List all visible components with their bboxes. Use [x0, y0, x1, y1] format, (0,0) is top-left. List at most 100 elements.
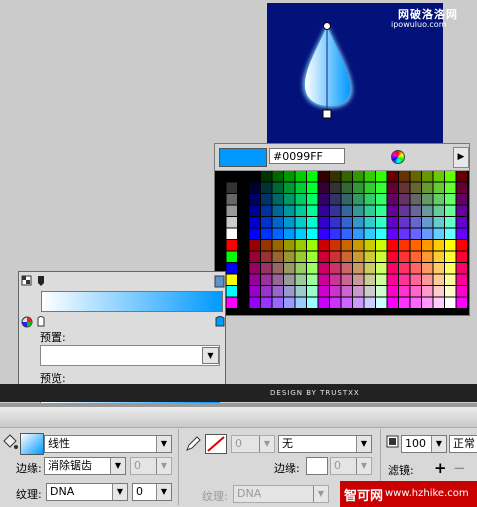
paint-bucket-icon[interactable] [0, 433, 20, 453]
swatch-cell[interactable] [307, 182, 318, 194]
swatch-cell[interactable] [445, 205, 456, 217]
swatch-cell[interactable] [238, 240, 249, 251]
swatch-cell[interactable] [284, 240, 295, 251]
swatch-cell[interactable] [295, 217, 307, 228]
swatch-cell[interactable] [399, 171, 410, 182]
swatch-cell[interactable] [445, 240, 456, 251]
swatch-cell[interactable] [422, 240, 433, 251]
swatch-cell[interactable] [376, 205, 387, 217]
swatch-cell[interactable] [376, 263, 387, 274]
swatch-cell[interactable] [445, 251, 456, 263]
swatch-cell[interactable] [353, 205, 364, 217]
swatch-cell[interactable] [261, 240, 272, 251]
swatch-cell[interactable] [272, 194, 284, 205]
swatch-cell[interactable] [295, 182, 307, 194]
swatch-cell[interactable] [376, 217, 387, 228]
swatch-cell[interactable] [445, 217, 456, 228]
swatch-cell[interactable] [238, 217, 249, 228]
swatch-cell[interactable] [456, 194, 468, 205]
swatch-cell[interactable] [284, 251, 295, 263]
swatch-cell[interactable] [284, 217, 295, 228]
swatch-cell[interactable] [376, 182, 387, 194]
swatch-cell[interactable] [376, 274, 387, 286]
swatch-cell[interactable] [422, 217, 433, 228]
swatch-cell[interactable] [410, 240, 422, 251]
swatch-cell[interactable] [284, 297, 295, 309]
swatch-cell[interactable] [456, 205, 468, 217]
swatch-cell[interactable] [376, 228, 387, 240]
swatch-cell[interactable] [341, 217, 353, 228]
swatch-cell[interactable] [330, 171, 341, 182]
swatch-cell[interactable] [284, 274, 295, 286]
swatch-cell[interactable] [318, 217, 330, 228]
chevron-down-icon[interactable]: ▼ [156, 436, 171, 452]
swatch-cell[interactable] [215, 194, 226, 205]
swatch-cell[interactable] [272, 205, 284, 217]
swatch-cell[interactable] [215, 205, 226, 217]
texture-select[interactable]: DNA ▼ [46, 483, 128, 501]
swatch-cell[interactable] [284, 182, 295, 194]
swatch-cell[interactable] [341, 274, 353, 286]
swatch-cell[interactable] [445, 228, 456, 240]
chevron-down-icon[interactable]: ▼ [112, 484, 127, 500]
swatch-cell[interactable] [445, 171, 456, 182]
swatch-cell[interactable] [307, 286, 318, 297]
swatch-cell[interactable] [445, 286, 456, 297]
swatch-cell[interactable] [318, 251, 330, 263]
swatch-cell[interactable] [226, 194, 238, 205]
swatch-cell[interactable] [399, 297, 410, 309]
swatch-cell[interactable] [399, 228, 410, 240]
swatch-cell[interactable] [353, 240, 364, 251]
swatch-cell[interactable] [307, 274, 318, 286]
swatch-cell[interactable] [226, 297, 238, 309]
swatch-cell[interactable] [261, 286, 272, 297]
swatch-cell[interactable] [399, 274, 410, 286]
chevron-down-icon[interactable]: ▼ [356, 436, 371, 452]
swatch-cell[interactable] [272, 171, 284, 182]
swatch-cell[interactable] [261, 251, 272, 263]
swatch-cell[interactable] [249, 297, 261, 309]
swatch-cell[interactable] [433, 263, 445, 274]
swatch-cell[interactable] [364, 297, 376, 309]
edge-select[interactable]: 消除锯齿 ▼ [44, 457, 126, 475]
swatch-grid[interactable] [215, 171, 469, 315]
swatch-cell[interactable] [284, 205, 295, 217]
swatch-cell[interactable] [238, 297, 249, 309]
swatch-cell[interactable] [238, 182, 249, 194]
swatch-cell[interactable] [249, 263, 261, 274]
swatch-cell[interactable] [387, 274, 399, 286]
swatch-cell[interactable] [295, 251, 307, 263]
swatch-cell[interactable] [272, 228, 284, 240]
swatch-cell[interactable] [433, 182, 445, 194]
swatch-cell[interactable] [318, 240, 330, 251]
swatch-cell[interactable] [456, 217, 468, 228]
swatch-cell[interactable] [261, 274, 272, 286]
swatch-cell[interactable] [364, 217, 376, 228]
swatch-cell[interactable] [261, 194, 272, 205]
swatch-cell[interactable] [399, 251, 410, 263]
blend-select[interactable]: 正常 [449, 435, 477, 453]
swatch-cell[interactable] [295, 274, 307, 286]
swatch-cell[interactable] [318, 228, 330, 240]
swatch-cell[interactable] [353, 251, 364, 263]
fill-color-chip[interactable] [20, 433, 44, 455]
swatch-cell[interactable] [284, 171, 295, 182]
swatch-cell[interactable] [249, 251, 261, 263]
swatch-cell[interactable] [364, 228, 376, 240]
swatch-cell[interactable] [295, 228, 307, 240]
swatch-cell[interactable] [422, 171, 433, 182]
swatch-cell[interactable] [226, 228, 238, 240]
swatch-cell[interactable] [410, 274, 422, 286]
swatch-cell[interactable] [456, 171, 468, 182]
opacity-select[interactable]: 100 ▼ [401, 435, 447, 453]
swatch-cell[interactable] [364, 274, 376, 286]
swatch-cell[interactable] [410, 297, 422, 309]
stroke-style-select[interactable]: 无 ▼ [278, 435, 372, 453]
swatch-cell[interactable] [307, 171, 318, 182]
swatch-cell[interactable] [295, 240, 307, 251]
swatch-cell[interactable] [341, 228, 353, 240]
swatch-cell[interactable] [249, 240, 261, 251]
chevron-down-icon[interactable]: ▼ [110, 458, 125, 474]
swatch-cell[interactable] [364, 263, 376, 274]
swatch-cell[interactable] [226, 205, 238, 217]
